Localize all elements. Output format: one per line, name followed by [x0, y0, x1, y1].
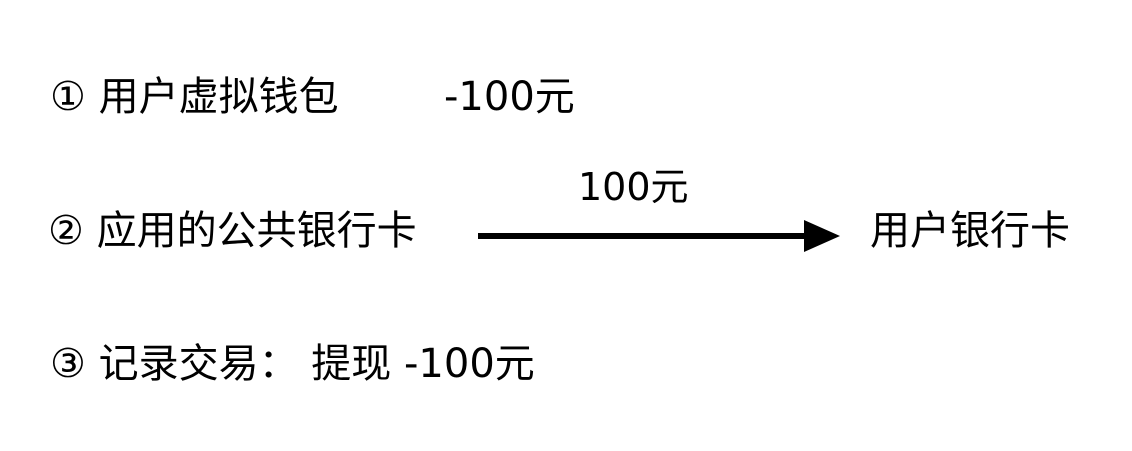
user-bank-card: 用户银行卡 [870, 208, 1070, 254]
step-1-wallet-debit: ① 用户虚拟钱包 -100元 [50, 73, 575, 121]
transfer-arrow-head [804, 220, 840, 252]
step-1-label: ① 用户虚拟钱包 [50, 74, 339, 120]
transfer-arrow-icon [478, 220, 840, 252]
transfer-amount-label: 100元 [578, 165, 689, 209]
step-1-amount: -100元 [444, 74, 575, 120]
step-2-public-bank-card: ② 应用的公共银行卡 [48, 208, 417, 254]
step-3-record-transaction: ③ 记录交易： 提现 -100元 [50, 341, 535, 387]
